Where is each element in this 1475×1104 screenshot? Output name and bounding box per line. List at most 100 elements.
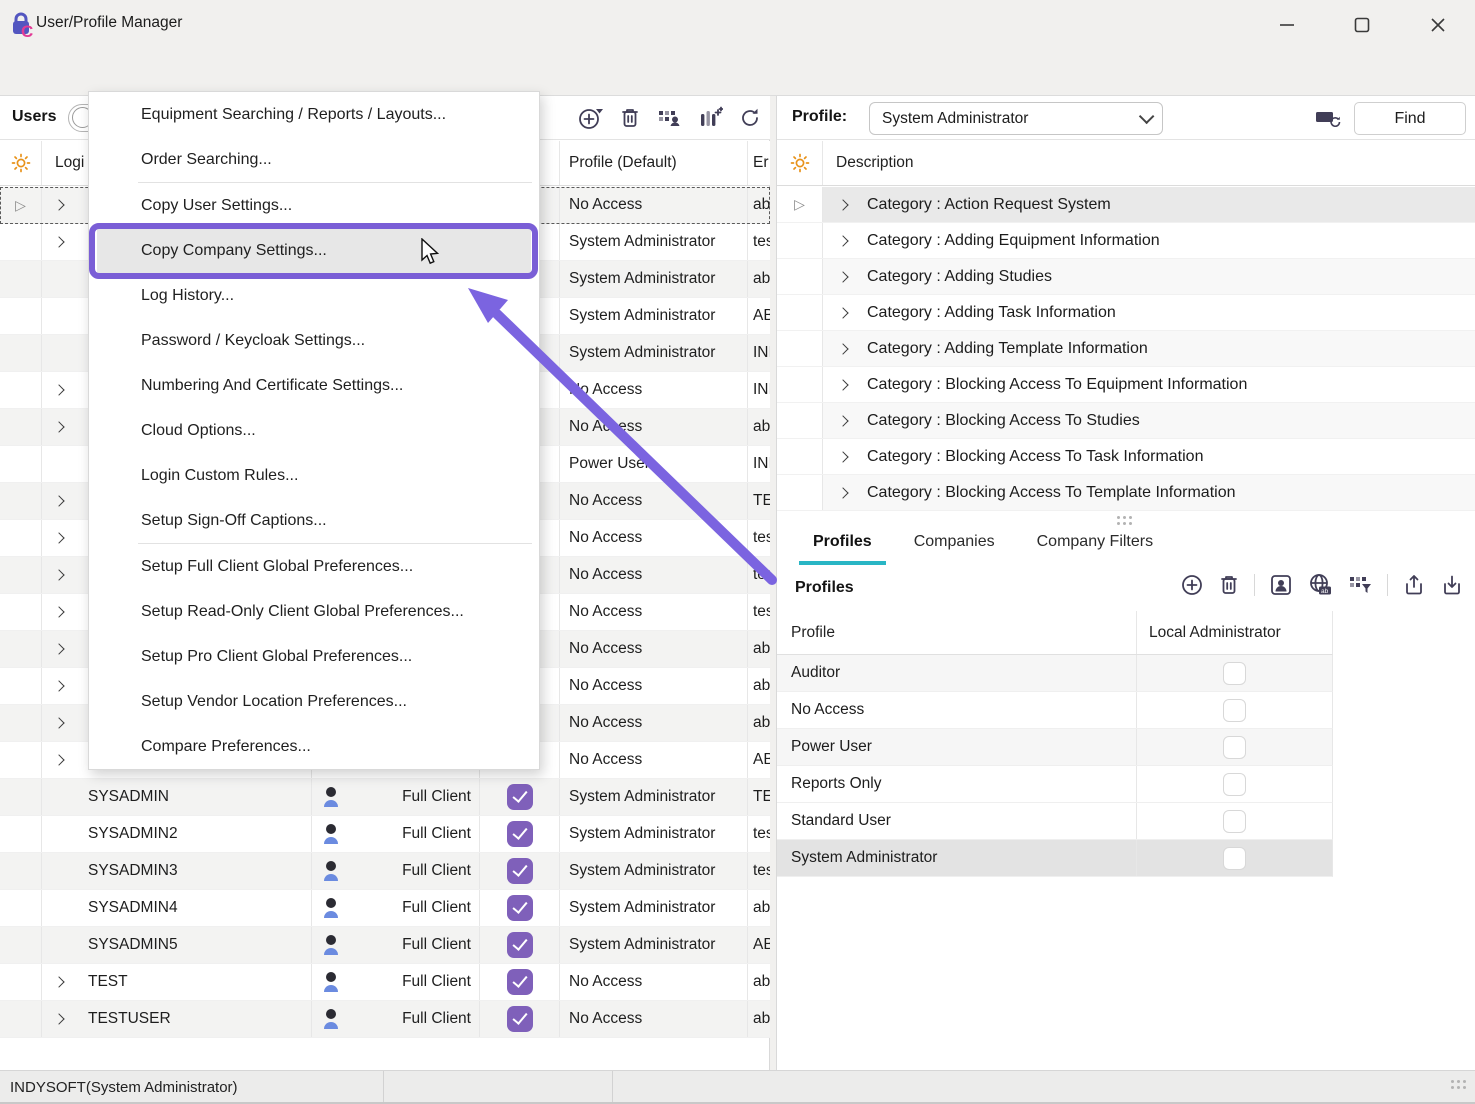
local-admin-checkbox[interactable] (1223, 810, 1246, 833)
import-icon[interactable] (1440, 573, 1464, 597)
expand-icon[interactable] (839, 345, 863, 353)
user-groups-icon[interactable] (656, 106, 682, 130)
menu-item[interactable]: Login Custom Rules... (89, 453, 539, 498)
expand-icon[interactable] (55, 423, 75, 431)
expand-icon[interactable] (839, 417, 863, 425)
expand-icon[interactable] (55, 682, 75, 690)
menu-item[interactable]: Password / Keycloak Settings... (89, 318, 539, 363)
enabled-checkbox[interactable] (507, 784, 533, 810)
add-profile-icon[interactable] (1180, 573, 1204, 597)
expand-icon[interactable] (839, 273, 863, 281)
find-button[interactable]: Find (1354, 102, 1466, 135)
menu-item[interactable]: Setup Read-Only Client Global Preference… (89, 589, 539, 634)
table-row[interactable]: TESTUSERFull ClientNo Accessab (0, 1001, 770, 1038)
expand-icon[interactable] (55, 978, 75, 986)
column-header-description[interactable]: Description (823, 154, 914, 172)
category-row[interactable]: Category : Adding Task Information (777, 295, 1475, 331)
category-row[interactable]: Category : Blocking Access To Task Infor… (777, 439, 1475, 475)
expand-icon[interactable] (55, 1015, 75, 1023)
category-row[interactable]: ▷Category : Action Request System (777, 187, 1475, 223)
category-row[interactable]: Category : Blocking Access To Studies (777, 403, 1475, 439)
globe-language-icon[interactable]: ab (1307, 573, 1333, 597)
local-admin-checkbox[interactable] (1223, 847, 1246, 870)
category-row[interactable]: Category : Blocking Access To Template I… (777, 475, 1475, 511)
delete-profile-icon[interactable] (1218, 573, 1240, 597)
profile-row[interactable]: Power User (777, 729, 1333, 766)
column-header-local-administrator[interactable]: Local Administrator (1136, 611, 1332, 654)
category-row[interactable]: Category : Blocking Access To Equipment … (777, 367, 1475, 403)
category-row[interactable]: Category : Adding Template Information (777, 331, 1475, 367)
expand-icon[interactable] (839, 453, 863, 461)
table-row[interactable]: SYSADMIN3Full ClientSystem Administrator… (0, 853, 770, 890)
expand-icon[interactable] (55, 645, 75, 653)
tab-company-filters[interactable]: Company Filters (1023, 527, 1167, 561)
expand-icon[interactable] (55, 386, 75, 394)
delete-user-icon[interactable] (619, 106, 641, 130)
local-admin-checkbox[interactable] (1223, 699, 1246, 722)
expand-icon[interactable] (55, 608, 75, 616)
expand-icon[interactable] (839, 201, 863, 209)
expand-icon[interactable] (55, 719, 75, 727)
profile-row[interactable]: Auditor (777, 655, 1333, 692)
profile-dropdown[interactable]: System Administrator (869, 102, 1163, 135)
category-row[interactable]: Category : Adding Studies (777, 259, 1475, 295)
expand-icon[interactable] (55, 201, 75, 209)
menu-item[interactable]: Numbering And Certificate Settings... (89, 363, 539, 408)
column-header-profile-default[interactable]: Profile (Default) (560, 141, 748, 185)
menu-item[interactable]: Setup Pro Client Global Preferences... (89, 634, 539, 679)
add-user-icon[interactable] (578, 106, 604, 130)
expand-icon[interactable] (839, 309, 863, 317)
profile-row[interactable]: System Administrator (777, 840, 1333, 877)
profile-row[interactable]: Reports Only (777, 766, 1333, 803)
enabled-checkbox[interactable] (507, 969, 533, 995)
grid-filter-icon[interactable] (1347, 573, 1373, 597)
profile-row[interactable]: Standard User (777, 803, 1333, 840)
table-row[interactable]: SYSADMIN4Full ClientSystem Administrator… (0, 890, 770, 927)
sync-profile-icon[interactable] (1314, 107, 1344, 131)
table-row[interactable]: TESTFull ClientNo Accessab (0, 964, 770, 1001)
menu-item-copy-company-settings[interactable]: Copy Company Settings... (97, 228, 531, 273)
menu-item[interactable]: Copy User Settings... (89, 183, 539, 228)
tab-companies[interactable]: Companies (900, 527, 1009, 561)
export-icon[interactable] (1402, 573, 1426, 597)
expand-icon[interactable] (839, 381, 863, 389)
menu-item[interactable]: Compare Preferences... (89, 724, 539, 769)
enabled-checkbox[interactable] (507, 895, 533, 921)
category-row[interactable]: Category : Adding Equipment Information (777, 223, 1475, 259)
profile-row[interactable]: No Access (777, 692, 1333, 729)
expand-icon[interactable] (55, 534, 75, 542)
menu-item[interactable]: Setup Sign-Off Captions... (89, 498, 539, 543)
menu-item[interactable]: Setup Full Client Global Preferences... (89, 544, 539, 589)
expand-icon[interactable] (55, 571, 75, 579)
maximize-button[interactable] (1339, 0, 1385, 50)
menu-item[interactable]: Log History... (89, 273, 539, 318)
table-row[interactable]: SYSADMIN2Full ClientSystem Administrator… (0, 816, 770, 853)
expand-icon[interactable] (55, 497, 75, 505)
table-row[interactable]: SYSADMIN5Full ClientSystem Administrator… (0, 927, 770, 964)
minimize-button[interactable] (1264, 0, 1310, 50)
profile-card-icon[interactable] (1269, 573, 1293, 597)
enabled-checkbox[interactable] (507, 821, 533, 847)
enabled-checkbox[interactable] (507, 932, 533, 958)
expand-icon[interactable] (55, 756, 75, 764)
expand-icon[interactable] (839, 489, 863, 497)
expand-icon[interactable] (55, 238, 75, 246)
expand-icon[interactable] (839, 237, 863, 245)
enabled-checkbox[interactable] (507, 1006, 533, 1032)
menu-item[interactable]: Order Searching... (89, 137, 539, 182)
local-admin-checkbox[interactable] (1223, 662, 1246, 685)
resize-grip[interactable] (1451, 1080, 1469, 1092)
tab-profiles[interactable]: Profiles (799, 527, 886, 565)
refresh-icon[interactable] (738, 106, 762, 130)
menu-item[interactable]: Equipment Searching / Reports / Layouts.… (89, 92, 539, 137)
close-button[interactable] (1415, 0, 1461, 50)
column-header-profile[interactable]: Profile (777, 611, 1136, 654)
local-admin-checkbox[interactable] (1223, 773, 1246, 796)
menu-item[interactable]: Cloud Options... (89, 408, 539, 453)
column-header-email[interactable]: Er (748, 141, 770, 185)
enabled-checkbox[interactable] (507, 858, 533, 884)
local-admin-checkbox[interactable] (1223, 736, 1246, 759)
add-column-icon[interactable] (697, 106, 723, 130)
menu-item[interactable]: Setup Vendor Location Preferences... (89, 679, 539, 724)
table-row[interactable]: SYSADMINFull ClientSystem AdministratorT… (0, 779, 770, 816)
